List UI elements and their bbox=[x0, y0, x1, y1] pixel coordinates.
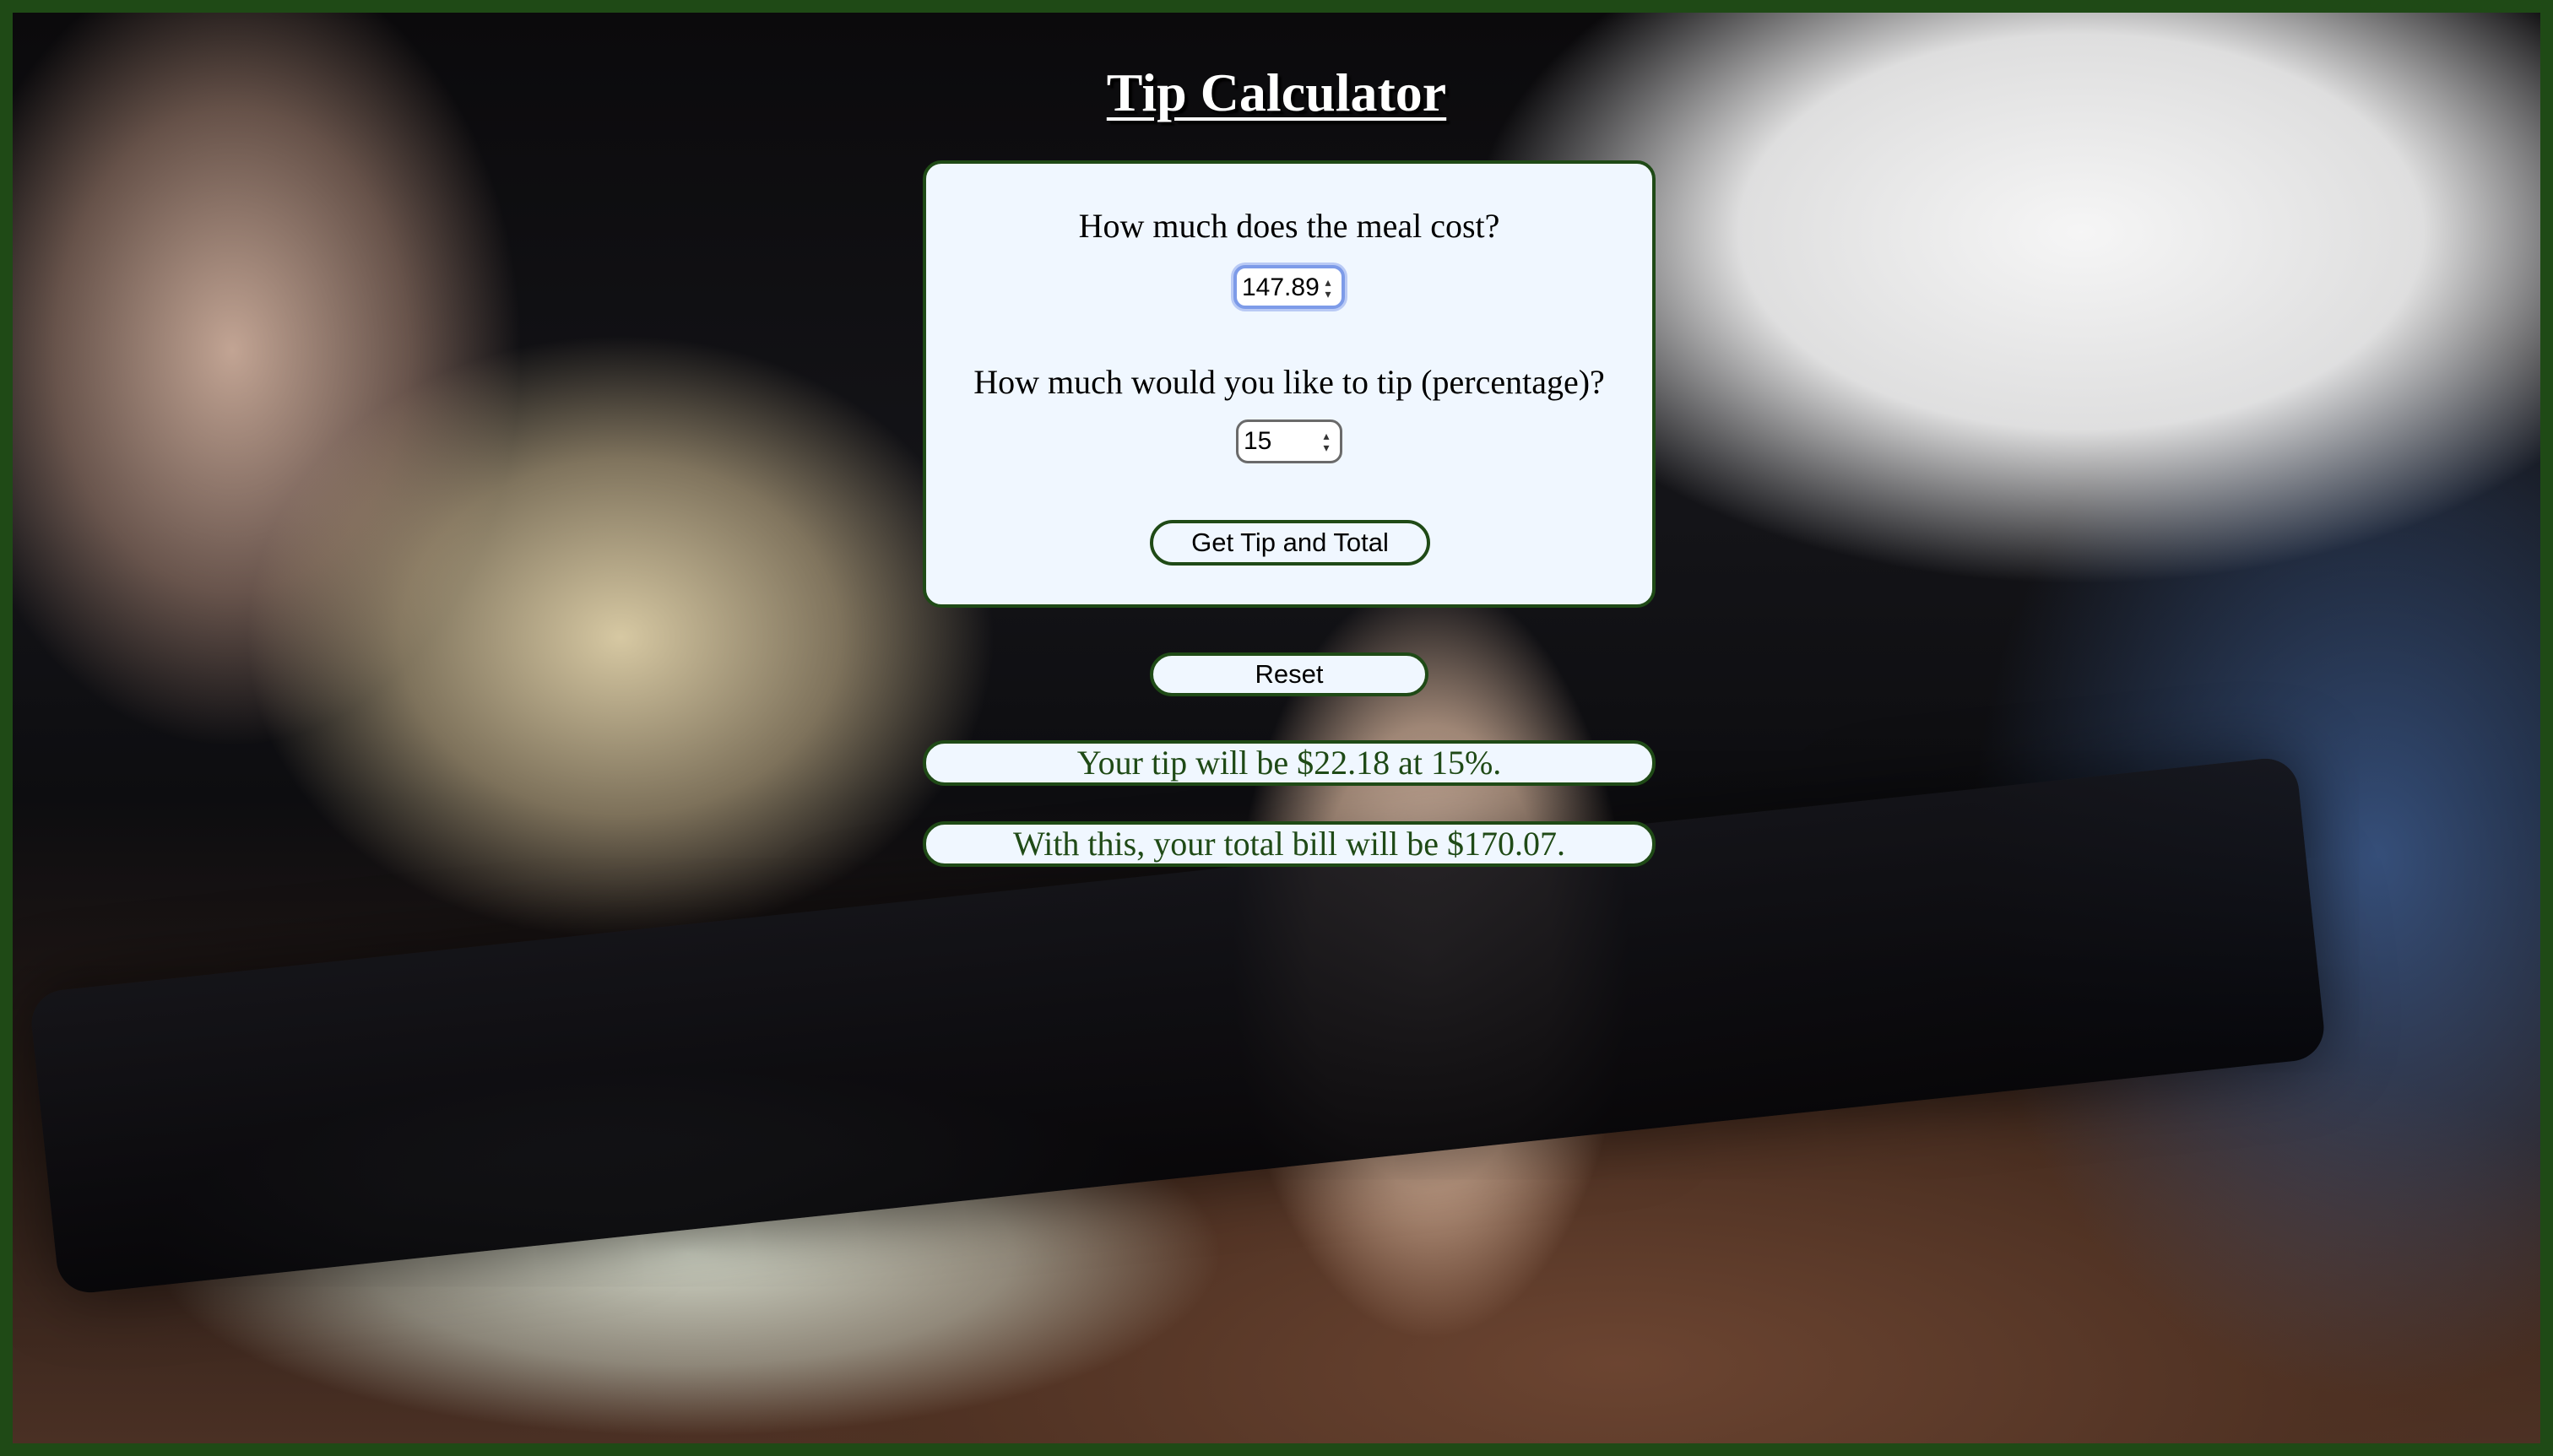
reset-button[interactable]: Reset bbox=[1150, 652, 1428, 696]
tip-percentage-value: 15 bbox=[1244, 427, 1272, 455]
tip-percentage-input[interactable]: 15 ▴ ▾ bbox=[1236, 419, 1342, 463]
meal-cost-value: 147.89 bbox=[1242, 273, 1320, 301]
get-tip-and-total-button[interactable]: Get Tip and Total bbox=[1150, 520, 1430, 566]
spinner-arrows-icon[interactable]: ▴ ▾ bbox=[1320, 429, 1333, 456]
page-title: Tip Calculator bbox=[1106, 62, 1447, 122]
spinner-arrows-icon[interactable]: ▴ ▾ bbox=[1321, 275, 1335, 302]
tip-result-text: Your tip will be $22.18 at 15%. bbox=[923, 740, 1656, 786]
total-result-text: With this, your total bill will be $170.… bbox=[923, 821, 1656, 867]
calculator-form-card: How much does the meal cost? 147.89 ▴ ▾ H… bbox=[923, 160, 1656, 608]
meal-cost-input[interactable]: 147.89 ▴ ▾ bbox=[1233, 265, 1345, 309]
tip-percentage-question: How much would you like to tip (percenta… bbox=[973, 363, 1605, 401]
page-frame: Tip Calculator How much does the meal co… bbox=[0, 0, 2553, 1456]
meal-cost-question: How much does the meal cost? bbox=[1078, 207, 1500, 245]
